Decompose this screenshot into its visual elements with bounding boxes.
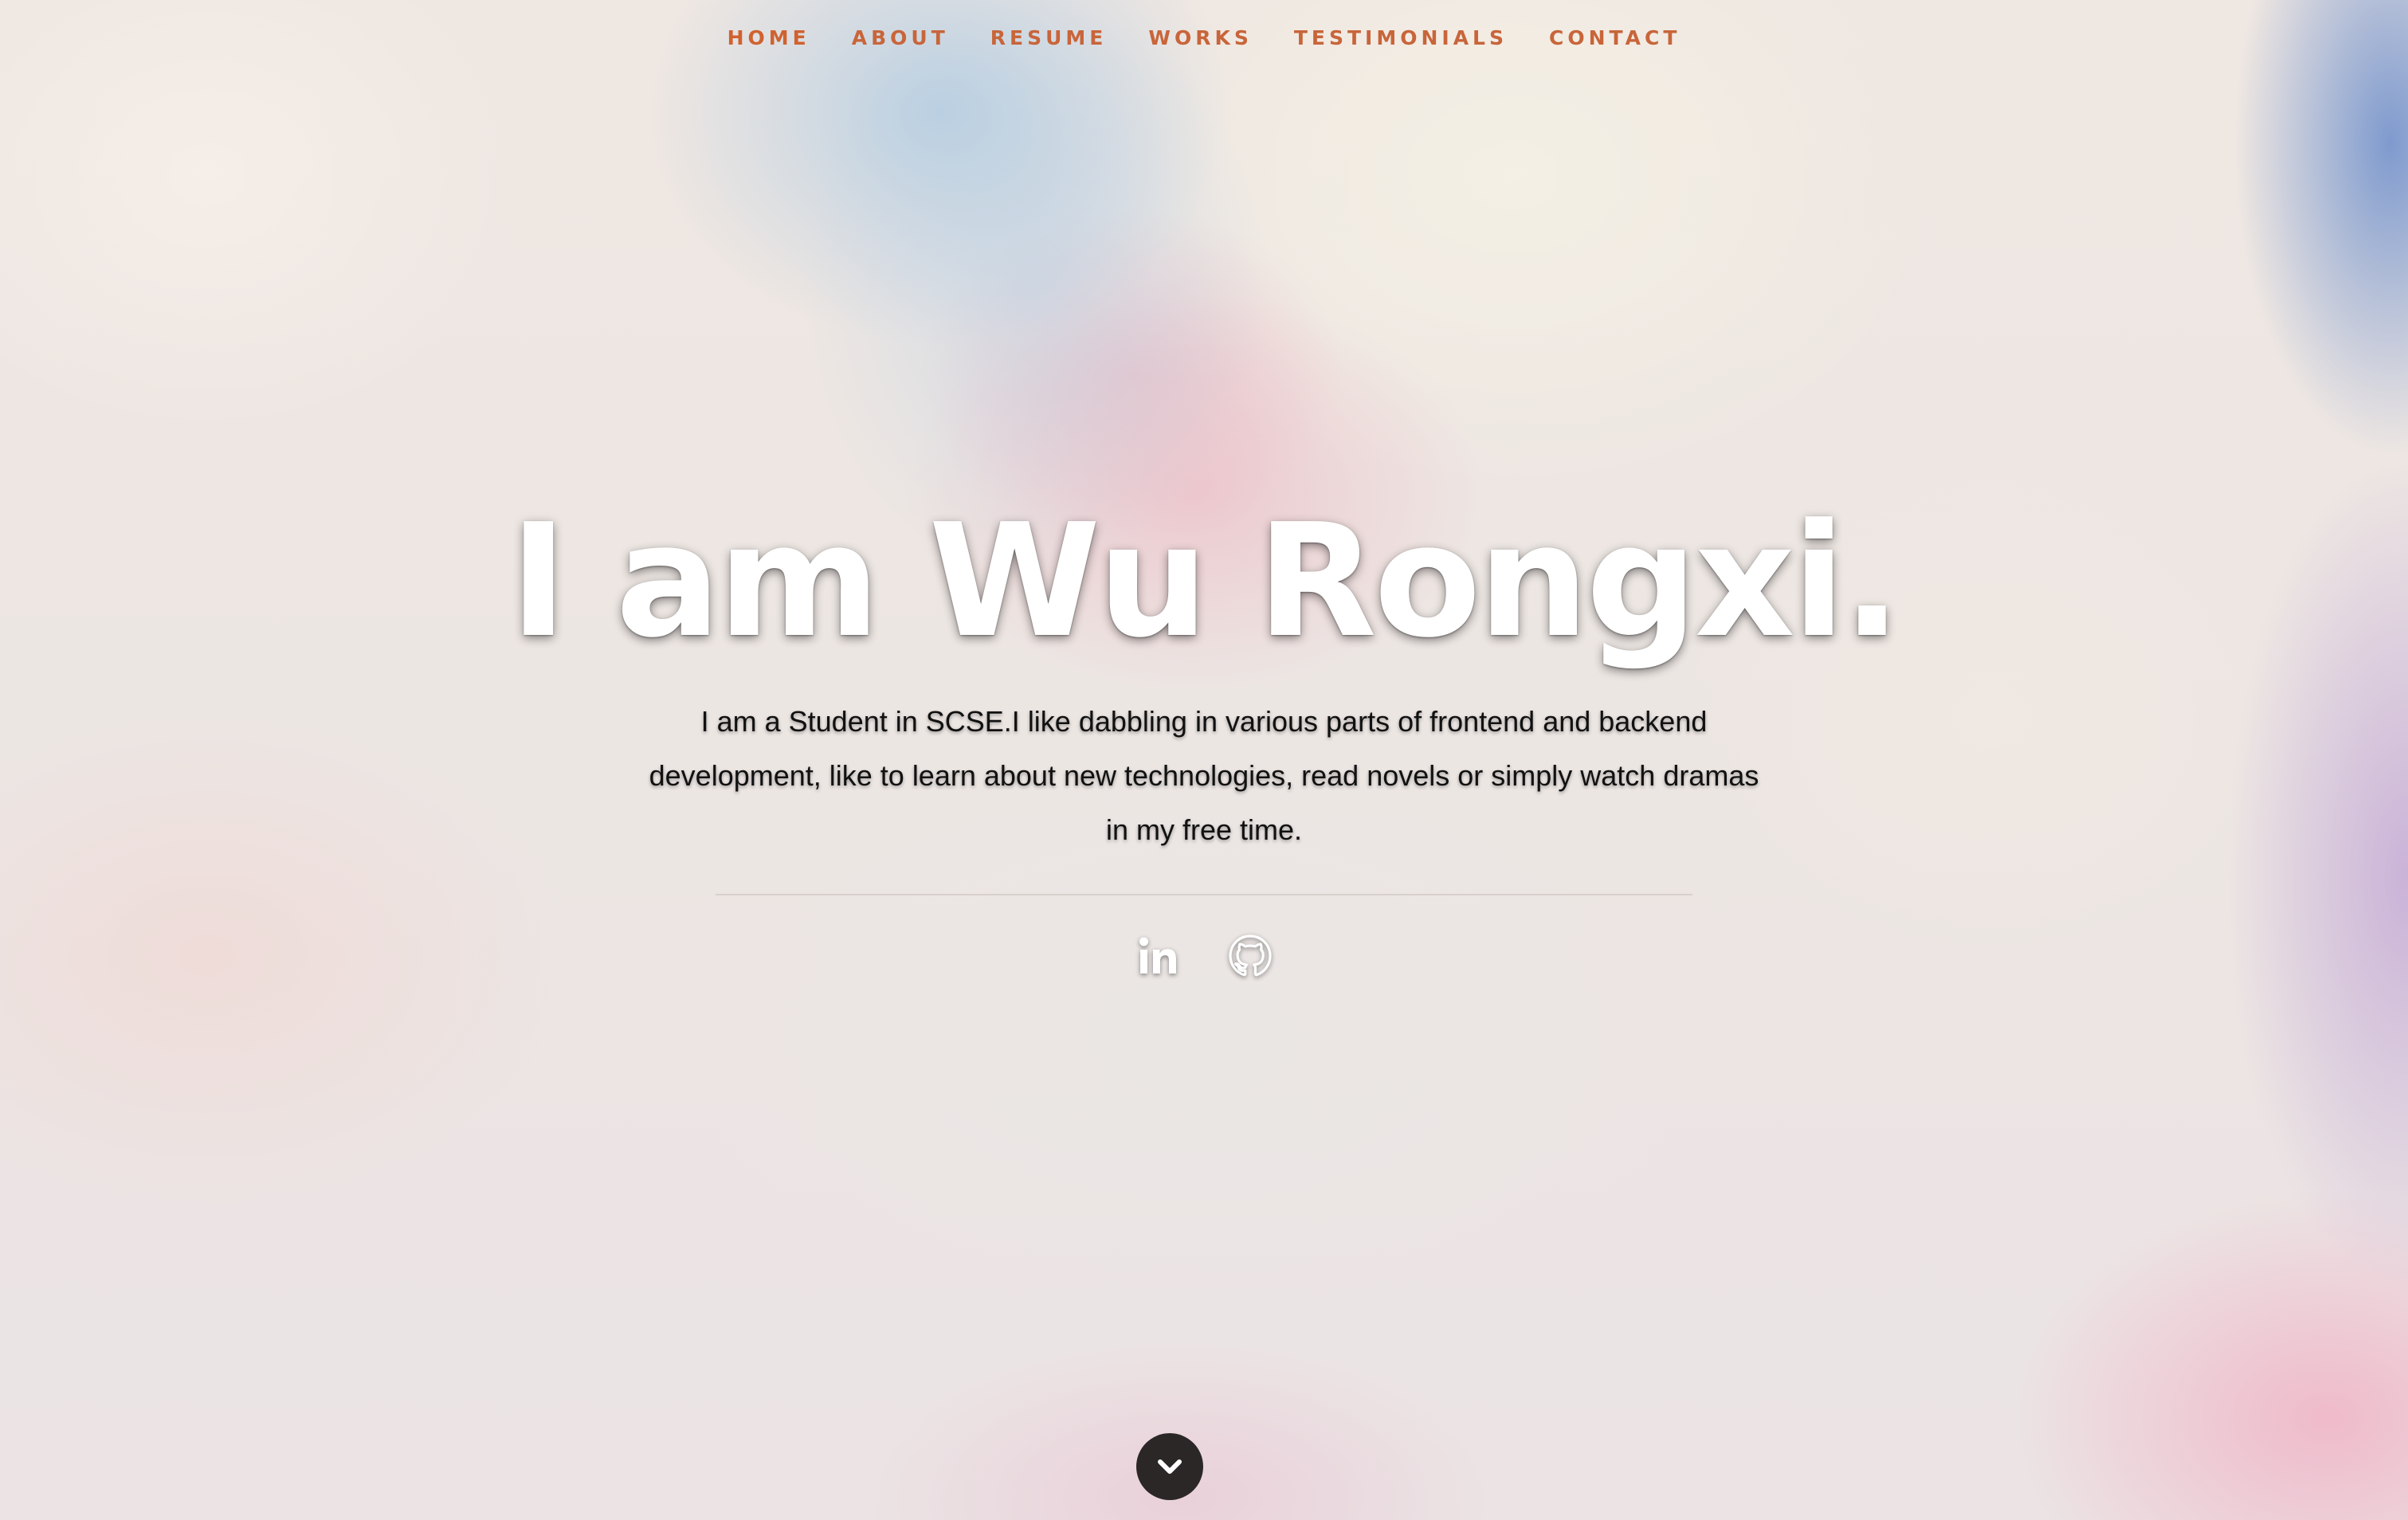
linkedin-icon[interactable]	[1134, 932, 1182, 980]
nav-contact[interactable]: CONTACT	[1528, 22, 1701, 54]
main-navigation: HOME ABOUT RESUME WORKS TESTIMONIALS CON…	[0, 22, 2408, 54]
hero-section: I am Wu Rongxi. I am a Student in SCSE.I…	[0, 486, 2408, 980]
chevron-down-icon	[1158, 1459, 1182, 1474]
nav-home[interactable]: HOME	[707, 22, 831, 54]
hero-divider	[716, 894, 1692, 895]
nav-testimonials[interactable]: TESTIMONIALS	[1273, 22, 1528, 54]
nav-resume[interactable]: RESUME	[970, 22, 1128, 54]
github-icon[interactable]	[1226, 932, 1274, 980]
hero-title: I am Wu Rongxi.	[509, 491, 1901, 672]
scroll-down-button[interactable]	[1136, 1433, 1203, 1500]
nav-about[interactable]: ABOUT	[831, 22, 970, 54]
nav-works[interactable]: WORKS	[1128, 22, 1273, 54]
hero-description: I am a Student in SCSE.I like dabbling i…	[649, 705, 1759, 846]
social-links	[0, 932, 2408, 980]
